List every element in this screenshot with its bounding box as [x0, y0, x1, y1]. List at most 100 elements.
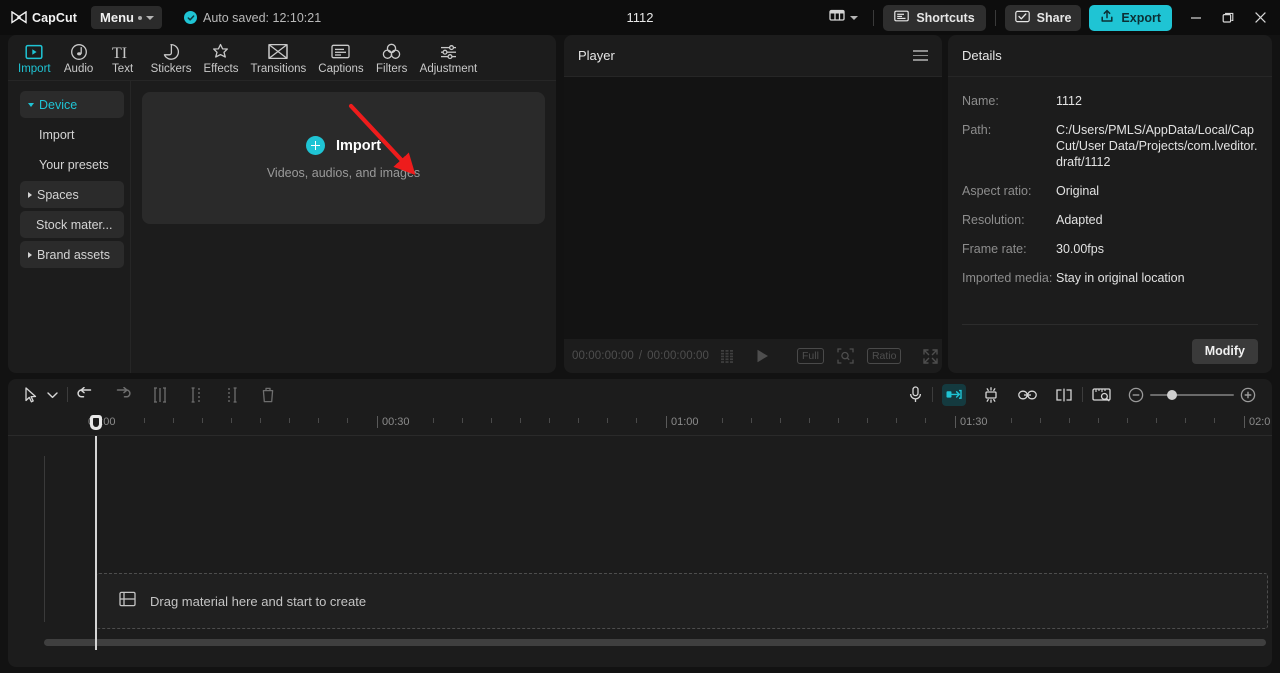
ruler-tick: [462, 418, 463, 423]
delete-icon[interactable]: [261, 387, 275, 403]
hamburger-icon[interactable]: [913, 50, 928, 61]
play-icon[interactable]: [756, 349, 769, 363]
ruler-tick: [1156, 418, 1157, 423]
export-button[interactable]: Export: [1089, 4, 1172, 31]
details-key: Name:: [962, 94, 999, 108]
tab-adjustment[interactable]: Adjustment: [414, 39, 484, 75]
ruler-tick: [318, 418, 319, 423]
player-ratio-label[interactable]: Ratio: [866, 348, 902, 364]
player-header: Player: [564, 35, 942, 77]
zoom-in-icon[interactable]: [1240, 387, 1256, 403]
triangle-down-icon: [28, 102, 34, 107]
details-title: Details: [962, 48, 1002, 63]
share-button[interactable]: Share: [1004, 4, 1082, 31]
zoom-slider-track: [1150, 393, 1234, 396]
sidebar-item-spaces[interactable]: Spaces: [20, 181, 124, 208]
split-clip-icon[interactable]: [1055, 388, 1073, 402]
split-icon[interactable]: [153, 386, 167, 403]
details-row-path: Path: C:/Users/PMLS/AppData/Local/CapCut…: [962, 122, 1258, 170]
ruler-tick: [549, 418, 550, 423]
sidebar-item-stock-materials[interactable]: Stock mater...: [20, 211, 124, 238]
timeline-drop-placeholder[interactable]: Drag material here and start to create: [96, 573, 1268, 629]
tab-text[interactable]: TI Text: [101, 39, 145, 76]
shortcuts-button[interactable]: Shortcuts: [883, 4, 986, 31]
link-icon[interactable]: [1018, 389, 1037, 401]
timeline-zoom-slider[interactable]: [1150, 386, 1234, 404]
tab-filters[interactable]: Filters: [370, 39, 414, 75]
ruler-tick: [347, 418, 348, 423]
frame-step-icon[interactable]: [721, 349, 737, 363]
player-stage[interactable]: [564, 77, 942, 339]
maximize-button[interactable]: [1212, 0, 1244, 35]
sidebar-item-device-label: Device: [39, 97, 78, 112]
tab-captions[interactable]: Captions: [312, 39, 369, 75]
minimize-button[interactable]: [1180, 0, 1212, 35]
sidebar-item-device[interactable]: Device: [20, 91, 124, 118]
timeline-toolbar: [8, 379, 1272, 410]
menu-button[interactable]: Menu: [91, 6, 162, 29]
timeline-horizontal-scrollbar[interactable]: [44, 639, 1266, 646]
title-bar-actions: Shortcuts Share Export: [823, 0, 1280, 35]
tab-stickers[interactable]: Stickers: [145, 39, 198, 75]
redo-icon[interactable]: [114, 386, 131, 403]
close-button[interactable]: [1244, 0, 1276, 35]
details-value: 30.00fps: [1056, 242, 1104, 256]
import-action[interactable]: Import: [305, 136, 381, 155]
ruler-tick: [809, 418, 810, 423]
details-key: Imported media:: [962, 271, 1053, 285]
ruler-label: 01:00: [666, 416, 699, 428]
export-upload-icon: [1100, 9, 1114, 26]
divider: [994, 9, 996, 26]
undo-icon[interactable]: [77, 386, 94, 403]
import-dropzone[interactable]: Import Videos, audios, and images: [142, 92, 545, 224]
snap-magnet-icon[interactable]: [942, 383, 966, 406]
ruler-tick: [925, 418, 926, 423]
sidebar-item-brand-assets-label: Brand assets: [37, 247, 110, 262]
ruler-tick: [751, 418, 752, 423]
tab-import[interactable]: Import: [12, 39, 57, 75]
zoom-out-icon[interactable]: [1128, 387, 1144, 403]
timeline-playhead[interactable]: [90, 415, 102, 650]
tab-audio[interactable]: Audio: [57, 39, 101, 75]
tab-stickers-label: Stickers: [150, 63, 192, 75]
trim-right-icon[interactable]: [225, 386, 239, 403]
timeline-tracks[interactable]: Drag material here and start to create: [8, 415, 1272, 650]
trim-left-icon[interactable]: [189, 386, 203, 403]
zoom-fit-icon[interactable]: [837, 348, 854, 364]
tab-adjustment-label: Adjustment: [419, 63, 478, 75]
sidebar-item-import[interactable]: Import: [20, 121, 124, 148]
effects-star-icon: [211, 42, 230, 61]
tab-transitions[interactable]: Transitions: [244, 39, 312, 75]
tool-chevron-down-icon[interactable]: [47, 391, 58, 399]
modify-label: Modify: [1204, 344, 1245, 358]
timeline-ruler[interactable]: 00:00 00:30 01:00: [8, 410, 1272, 436]
scrollbar-thumb[interactable]: [44, 639, 1266, 646]
playhead-handle[interactable]: [90, 415, 102, 430]
ruler-tick: [838, 418, 839, 423]
details-value: Adapted: [1056, 213, 1103, 227]
layout-grid-icon: [829, 8, 845, 27]
fullscreen-icon[interactable]: [923, 348, 939, 364]
ruler-tick: [607, 418, 608, 423]
microphone-icon[interactable]: [908, 386, 923, 403]
player-controls: 00:00:00:00 / 00:00:00:00 Full Ratio: [564, 339, 942, 373]
zoom-slider-handle[interactable]: [1167, 389, 1177, 400]
sticker-icon: [162, 42, 180, 61]
ruler-tick: [289, 418, 290, 423]
ruler-tick: [433, 418, 434, 423]
player-quality-label[interactable]: Full: [797, 348, 824, 364]
details-value: Original: [1056, 184, 1100, 198]
modify-button[interactable]: Modify: [1191, 338, 1258, 364]
preview-ruler-icon[interactable]: [1092, 387, 1112, 403]
plus-circle-icon: [305, 136, 325, 155]
select-cursor-icon[interactable]: [24, 386, 38, 403]
adjustment-icon: [439, 42, 458, 61]
sidebar-item-brand-assets[interactable]: Brand assets: [20, 241, 124, 268]
tab-filters-label: Filters: [376, 63, 408, 75]
ruler-tick: [1098, 418, 1099, 423]
auto-align-icon[interactable]: [982, 386, 1000, 403]
tab-effects[interactable]: Effects: [198, 39, 245, 75]
sidebar-item-your-presets[interactable]: Your presets: [20, 151, 124, 178]
import-subtitle: Videos, audios, and images: [266, 166, 421, 180]
layout-switch-button[interactable]: [823, 6, 864, 30]
